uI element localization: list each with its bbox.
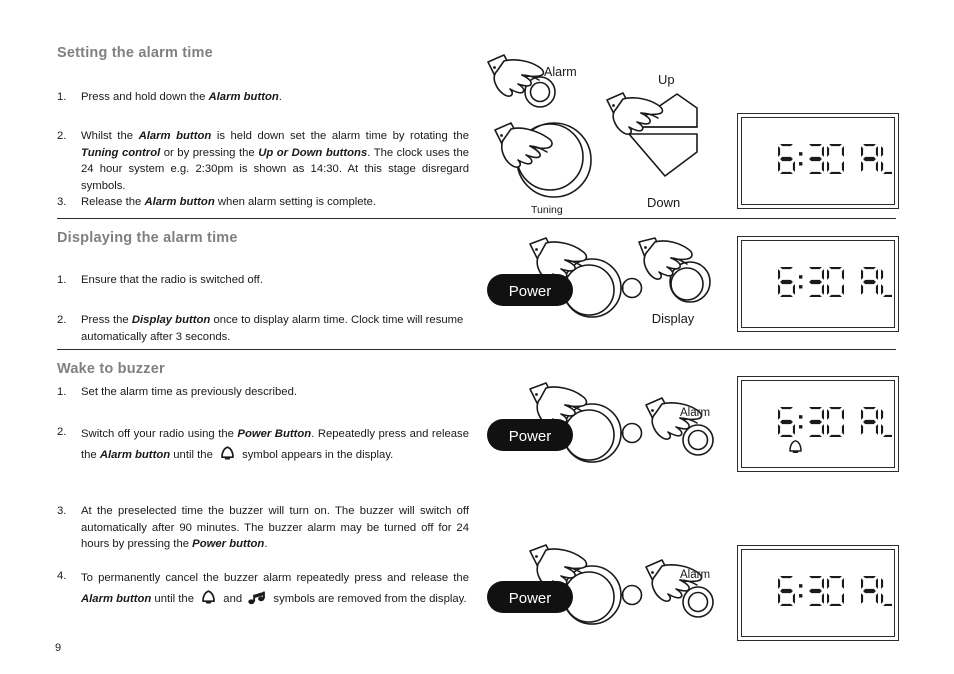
list-item-text: Release the Alarm button when alarm sett… bbox=[81, 196, 377, 208]
power-button-pill: Power bbox=[487, 419, 573, 451]
section-heading-displaying-alarm: Displaying the alarm time bbox=[57, 230, 238, 246]
list-item-number: 3. bbox=[57, 505, 67, 517]
emphasis-text: Power Button bbox=[237, 428, 312, 440]
emphasis-text: Alarm button bbox=[99, 449, 171, 461]
lcd-bell-indicator bbox=[789, 440, 802, 454]
list-item-text: Switch off your radio using the Power Bu… bbox=[81, 424, 469, 469]
section-heading-setting-alarm: Setting the alarm time bbox=[57, 45, 213, 61]
list-item-number: 1. bbox=[57, 274, 67, 286]
alarm-knob-icon bbox=[682, 586, 714, 618]
power-label: Power bbox=[509, 590, 552, 607]
alarm-label: Alarm bbox=[680, 569, 710, 581]
tuning-label: Tuning bbox=[531, 204, 563, 216]
section-divider bbox=[57, 349, 896, 350]
list-item-text: To permanently cancel the buzzer alarm r… bbox=[81, 568, 469, 613]
hand-pointing-icon bbox=[606, 92, 664, 135]
list-item-number: 3. bbox=[57, 196, 67, 208]
list-item-number: 1. bbox=[57, 386, 67, 398]
illustration-wake-buzzer-on: Power Alarm bbox=[484, 382, 729, 473]
power-button-pill: Power bbox=[487, 581, 573, 613]
list-item: 1. Press and hold down the Alarm button. bbox=[57, 89, 469, 106]
emphasis-text: Alarm button bbox=[81, 593, 152, 605]
list-item-number: 2. bbox=[57, 426, 67, 438]
lcd-display-panel bbox=[737, 376, 899, 472]
lcd-screen bbox=[741, 240, 895, 328]
emphasis-text: Up or Down buttons bbox=[258, 146, 368, 159]
lcd-display-panel bbox=[737, 236, 899, 332]
page-number: 9 bbox=[55, 642, 62, 654]
emphasis-text: Tuning control bbox=[81, 146, 161, 159]
list-item: 3. At the preselected time the buzzer wi… bbox=[57, 503, 469, 553]
lcd-screen bbox=[741, 549, 895, 637]
alarm-label: Alarm bbox=[544, 65, 577, 79]
list-item-number: 2. bbox=[57, 314, 67, 326]
lcd-display-panel bbox=[737, 545, 899, 641]
list-item: 1. Ensure that the radio is switched off… bbox=[57, 272, 469, 289]
list-item: 2. Switch off your radio using the Power… bbox=[57, 424, 469, 469]
list-item-number: 1. bbox=[57, 91, 67, 103]
down-button-shape bbox=[628, 133, 698, 177]
lcd-screen bbox=[741, 380, 895, 468]
list-item-number: 2. bbox=[57, 130, 67, 142]
list-item: 3. Release the Alarm button when alarm s… bbox=[57, 194, 469, 211]
display-label: Display bbox=[652, 311, 695, 326]
list-item: 1. Set the alarm time as previously desc… bbox=[57, 384, 469, 401]
alarm-label: Alarm bbox=[680, 407, 710, 419]
power-label: Power bbox=[509, 283, 552, 300]
lcd-content bbox=[778, 407, 892, 454]
emphasis-text: Alarm button bbox=[208, 91, 279, 103]
emphasis-text: Alarm button bbox=[144, 196, 215, 208]
lcd-content bbox=[778, 576, 892, 606]
emphasis-text: Power button bbox=[192, 538, 265, 550]
bell-icon bbox=[200, 590, 217, 613]
lcd-content bbox=[778, 144, 892, 174]
list-item: 4. To permanently cancel the buzzer alar… bbox=[57, 568, 469, 613]
hand-pointing-icon bbox=[487, 54, 545, 97]
power-label: Power bbox=[509, 428, 552, 445]
lcd-screen bbox=[741, 117, 895, 205]
section-divider bbox=[57, 218, 896, 219]
hand-pointing-icon bbox=[494, 122, 553, 168]
lcd-display-panel bbox=[737, 113, 899, 209]
list-item: 2. Whilst the Alarm button is held down … bbox=[57, 128, 469, 194]
section-heading-wake-to-buzzer: Wake to buzzer bbox=[57, 361, 165, 377]
emphasis-text: Display button bbox=[131, 314, 211, 326]
list-item-text: At the preselected time the buzzer will … bbox=[81, 505, 469, 550]
illustration-displaying-alarm: Power Display bbox=[484, 237, 729, 328]
alarm-knob-icon bbox=[682, 424, 714, 456]
list-item: 2. Press the Display button once to disp… bbox=[57, 312, 469, 345]
music-note-icon bbox=[248, 590, 267, 613]
emphasis-text: Alarm button bbox=[138, 130, 212, 142]
list-item-text: Whilst the Alarm button is held down set… bbox=[81, 130, 470, 192]
up-label: Up bbox=[658, 72, 675, 87]
down-label: Down bbox=[647, 195, 680, 210]
power-button-pill: Power bbox=[487, 274, 573, 306]
bell-icon bbox=[219, 446, 236, 469]
manual-page: Setting the alarm time 1. Press and hold… bbox=[0, 0, 954, 674]
list-item-text: Press and hold down the Alarm button. bbox=[81, 91, 282, 103]
lcd-content bbox=[778, 267, 892, 297]
hand-pointing-icon bbox=[638, 237, 693, 280]
list-item-text: Press the Display button once to display… bbox=[81, 314, 464, 343]
list-item-text: Ensure that the radio is switched off. bbox=[81, 274, 263, 286]
list-item-text: Set the alarm time as previously describ… bbox=[81, 386, 297, 398]
illustration-wake-buzzer-off: Power Alarm bbox=[484, 544, 729, 635]
list-item-number: 4. bbox=[57, 570, 67, 582]
illustration-setting-alarm: Alarm Tuning Up Down bbox=[482, 52, 722, 217]
